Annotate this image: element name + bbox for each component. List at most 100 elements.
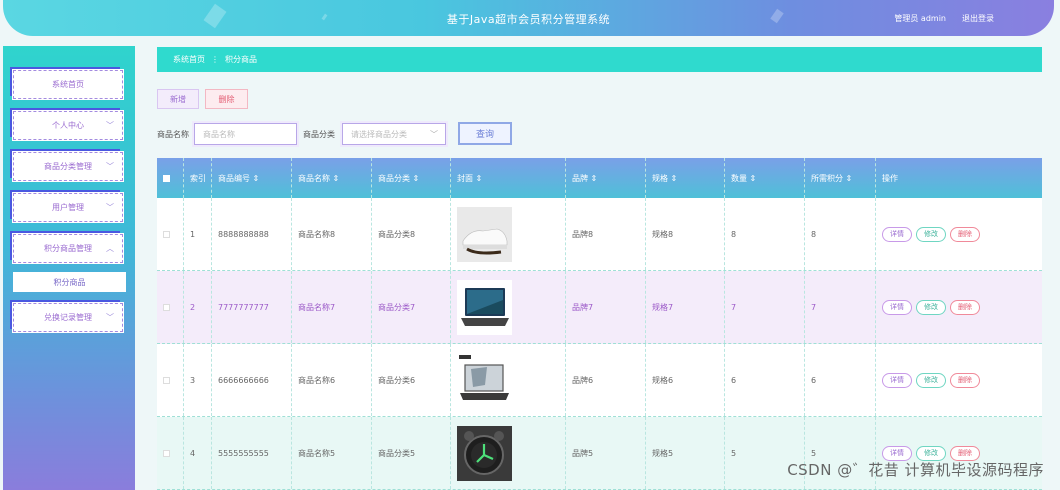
cell-code: 6666666666 xyxy=(212,344,292,416)
cover-image-alarm-clock xyxy=(457,425,512,481)
breadcrumb: 系统首页 ⋮ 积分商品 xyxy=(157,47,1042,72)
breadcrumb-home[interactable]: 系统首页 xyxy=(173,54,205,65)
breadcrumb-separator: ⋮ xyxy=(211,55,219,64)
checkbox-icon xyxy=(163,303,170,311)
header-points[interactable]: 所需积分 ⇕ xyxy=(805,158,876,198)
table-row: 1 8888888888 商品名称8 商品分类8 品牌8 规格8 8 8 详情 … xyxy=(157,198,1042,271)
header-actions: 操作 xyxy=(882,173,898,183)
checkbox-icon xyxy=(163,230,170,238)
cell-name: 商品名称8 xyxy=(292,198,372,270)
edit-button[interactable]: 修改 xyxy=(916,226,946,242)
sidebar: 系统首页 个人中心 ﹀ 商品分类管理 ﹀ 用户管理 ﹀ 积分商品管理 ︿ 积分商… xyxy=(3,46,135,490)
table-row: 3 6666666666 商品名称6 商品分类6 品牌6 规格6 6 6 详情 … xyxy=(157,344,1042,417)
header-spec[interactable]: 规格 ⇕ xyxy=(646,158,725,198)
chevron-down-icon: ﹀ xyxy=(430,130,438,139)
checkbox-icon xyxy=(163,174,170,182)
cell-actions: 详情 修改 删除 xyxy=(876,344,1042,416)
sidebar-item-redeem-records[interactable]: 兑换记录管理 ﹀ xyxy=(12,302,124,333)
cell-cover xyxy=(451,417,566,489)
cell-index: 1 xyxy=(184,198,212,270)
cell-qty: 7 xyxy=(725,271,805,343)
add-button[interactable]: 新增 xyxy=(157,89,199,109)
cell-qty: 8 xyxy=(725,198,805,270)
cell-points: 6 xyxy=(805,344,876,416)
row-delete-button[interactable]: 删除 xyxy=(950,372,980,388)
sidebar-subitem-points-goods[interactable]: 积分商品 xyxy=(13,272,126,292)
header-cover[interactable]: 封面 ⇕ xyxy=(451,158,566,198)
sidebar-item-label: 积分商品管理 xyxy=(44,244,92,253)
category-label: 商品分类 xyxy=(303,130,335,139)
row-select[interactable] xyxy=(157,344,184,416)
delete-button[interactable]: 删除 xyxy=(205,89,248,109)
checkbox-icon xyxy=(163,449,170,457)
cell-category: 商品分类5 xyxy=(372,417,451,489)
header-brand[interactable]: 品牌 ⇕ xyxy=(566,158,646,198)
cell-code: 8888888888 xyxy=(212,198,292,270)
sidebar-item-points-goods[interactable]: 积分商品管理 ︿ xyxy=(12,233,124,264)
header-index: 索引 xyxy=(184,158,212,198)
cell-actions: 详情 修改 删除 xyxy=(876,271,1042,343)
cell-cover xyxy=(451,198,566,270)
row-delete-button[interactable]: 删除 xyxy=(950,226,980,242)
checkbox-icon xyxy=(163,376,170,384)
logout-link[interactable]: 退出登录 xyxy=(962,13,994,24)
cover-image-laptop xyxy=(457,279,512,335)
sidebar-item-label: 兑换记录管理 xyxy=(44,313,92,322)
header-qty[interactable]: 数量 ⇕ xyxy=(725,158,805,198)
current-user: 管理员 admin xyxy=(894,14,946,23)
sidebar-item-label: 商品分类管理 xyxy=(44,162,92,171)
cell-index: 3 xyxy=(184,344,212,416)
cell-cover xyxy=(451,271,566,343)
cell-name: 商品名称7 xyxy=(292,271,372,343)
sidebar-item-users[interactable]: 用户管理 ﹀ xyxy=(12,192,124,223)
cell-spec: 规格7 xyxy=(646,271,725,343)
detail-button[interactable]: 详情 xyxy=(882,299,912,315)
cell-spec: 规格8 xyxy=(646,198,725,270)
cell-spec: 规格5 xyxy=(646,417,725,489)
category-select[interactable]: 请选择商品分类 ﹀ xyxy=(340,121,448,147)
chevron-up-icon: ︿ xyxy=(106,244,114,253)
header-category[interactable]: 商品分类 ⇕ xyxy=(372,158,451,198)
name-search-input[interactable]: 商品名称 xyxy=(192,121,299,147)
sidebar-item-label: 系统首页 xyxy=(52,80,84,89)
cell-actions: 详情 修改 删除 xyxy=(876,198,1042,270)
cell-qty: 6 xyxy=(725,344,805,416)
cell-brand: 品牌7 xyxy=(566,271,646,343)
search-button[interactable]: 查询 xyxy=(458,122,512,145)
top-header: 基于Java超市会员积分管理系统 管理员 admin 退出登录 xyxy=(3,0,1054,36)
cell-brand: 品牌6 xyxy=(566,344,646,416)
cell-brand: 品牌5 xyxy=(566,417,646,489)
watermark-text: CSDN @゛花昔 计算机毕设源码程序 xyxy=(787,461,1044,479)
detail-button[interactable]: 详情 xyxy=(882,226,912,242)
cell-category: 商品分类8 xyxy=(372,198,451,270)
cell-index: 4 xyxy=(184,417,212,489)
edit-button[interactable]: 修改 xyxy=(916,372,946,388)
cell-category: 商品分类6 xyxy=(372,344,451,416)
header-name[interactable]: 商品名称 ⇕ xyxy=(292,158,372,198)
header-select-all[interactable] xyxy=(157,158,184,198)
cell-category: 商品分类7 xyxy=(372,271,451,343)
table-row: 2 7777777777 商品名称7 商品分类7 品牌7 规格7 7 7 详情 … xyxy=(157,271,1042,344)
row-select[interactable] xyxy=(157,417,184,489)
goods-table: 索引 商品编号 ⇕ 商品名称 ⇕ 商品分类 ⇕ 封面 ⇕ 品牌 ⇕ 规格 ⇕ 数… xyxy=(157,158,1042,490)
edit-button[interactable]: 修改 xyxy=(916,299,946,315)
cell-index: 2 xyxy=(184,271,212,343)
row-delete-button[interactable]: 删除 xyxy=(950,299,980,315)
chevron-down-icon: ﹀ xyxy=(106,162,114,171)
sidebar-item-category[interactable]: 商品分类管理 ﹀ xyxy=(12,151,124,182)
sidebar-item-profile[interactable]: 个人中心 ﹀ xyxy=(12,110,124,141)
row-select[interactable] xyxy=(157,198,184,270)
cell-points: 7 xyxy=(805,271,876,343)
detail-button[interactable]: 详情 xyxy=(882,372,912,388)
chevron-down-icon: ﹀ xyxy=(106,313,114,322)
sidebar-item-home[interactable]: 系统首页 xyxy=(12,69,124,100)
row-select[interactable] xyxy=(157,271,184,343)
header-code[interactable]: 商品编号 ⇕ xyxy=(212,158,292,198)
cell-points: 8 xyxy=(805,198,876,270)
sidebar-item-label: 用户管理 xyxy=(52,203,84,212)
cell-cover xyxy=(451,344,566,416)
category-select-placeholder: 请选择商品分类 xyxy=(351,129,407,139)
chevron-down-icon: ﹀ xyxy=(106,121,114,130)
cover-image-notebook xyxy=(457,352,512,408)
chevron-down-icon: ﹀ xyxy=(106,203,114,212)
